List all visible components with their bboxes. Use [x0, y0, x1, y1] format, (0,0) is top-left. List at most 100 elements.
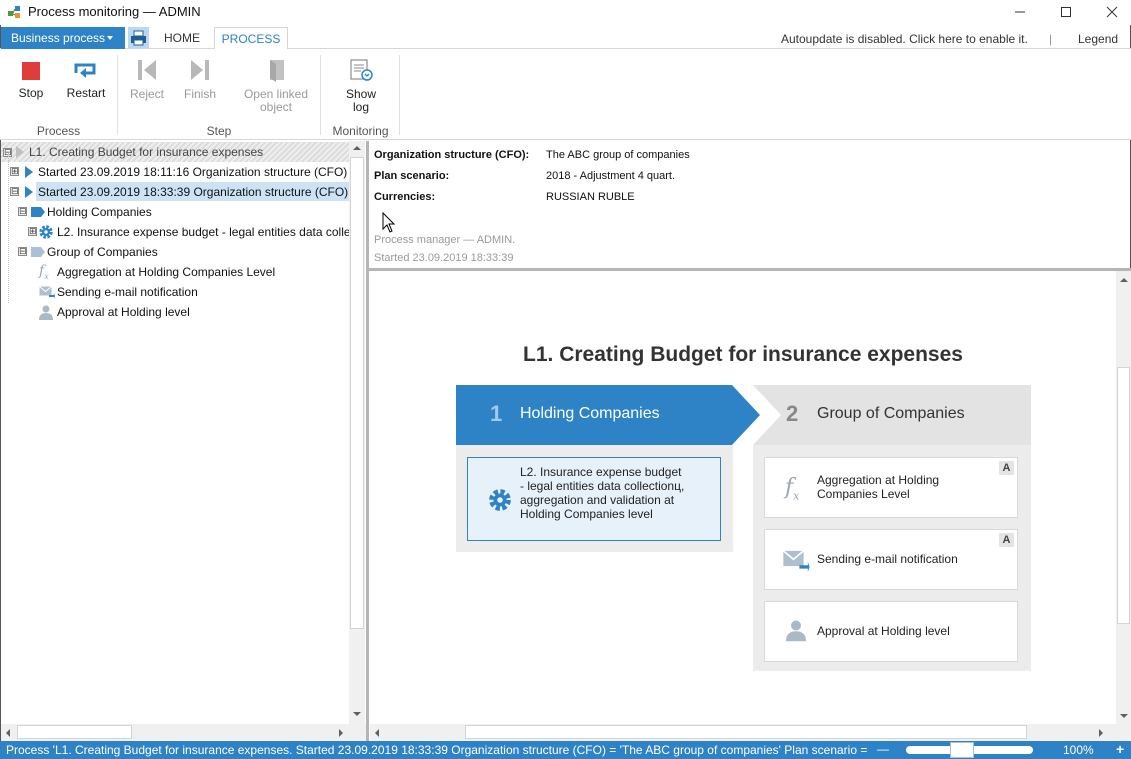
tree-root-row[interactable]: ⊟ L1. Creating Budget for insurance expe… [1, 142, 349, 162]
show-log-button[interactable]: Show log [336, 57, 386, 114]
process-play-icon [25, 166, 33, 178]
step-1-number: 1 [490, 401, 503, 426]
restart-label: Restart [66, 86, 106, 100]
zoom-in-button[interactable]: + [1116, 741, 1124, 757]
info-value: 2018 - Adjustment 4 quart. [546, 170, 676, 182]
task-card-aggregation[interactable]: fx Aggregation at Holding Companies Leve… [764, 457, 1018, 518]
show-log-icon [350, 59, 373, 81]
zoom-out-button[interactable]: — [877, 742, 889, 756]
restart-button[interactable]: Restart [62, 57, 110, 100]
tab-home[interactable]: HOME [152, 27, 212, 50]
business-process-label: Business process [11, 31, 106, 45]
print-button[interactable] [128, 27, 149, 49]
task-card-email[interactable]: Sending e-mail notification A [764, 529, 1018, 590]
expand-toggle[interactable]: ⊞ [10, 167, 19, 176]
tree-step-label: Group of Companies [47, 245, 158, 259]
open-linked-object-icon [270, 60, 284, 82]
show-log-label: Show log [345, 87, 377, 114]
collapse-toggle[interactable]: ⊟ [10, 187, 19, 196]
info-key: Currencies: [374, 191, 436, 203]
tree-vertical-scrollbar[interactable] [349, 141, 365, 724]
collapse-toggle[interactable]: ⊟ [18, 207, 27, 216]
gear-icon [489, 489, 511, 511]
scroll-down-icon [353, 712, 361, 716]
tree-task-label: Approval at Holding level [57, 305, 190, 319]
reject-label: Reject [129, 87, 164, 101]
zoom-level: 100% [1063, 743, 1094, 757]
tree-task-row[interactable]: Sending e-mail notification [1, 282, 349, 302]
ribbon-group-process-label: Process [36, 124, 81, 138]
tree-task-row[interactable]: fx Aggregation at Holding Companies Leve… [1, 262, 349, 282]
step-2-number: 2 [786, 401, 799, 426]
legend-link[interactable]: Legend [1078, 32, 1118, 46]
process-tree: ⊟ L1. Creating Budget for insurance expe… [1, 141, 349, 724]
tree-task-row[interactable]: Approval at Holding level [1, 302, 349, 322]
tree-hscroll-thumb[interactable] [17, 725, 132, 739]
tree-step-row[interactable]: ⊟ Holding Companies [1, 202, 349, 222]
diagram-hscroll-thumb[interactable] [465, 725, 1027, 739]
stop-button[interactable]: Stop [10, 57, 52, 100]
tree-root-label: L1. Creating Budget for insurance expens… [29, 145, 264, 159]
diagram-vscroll-thumb[interactable] [1117, 367, 1130, 624]
tree-instance-label: Started 23.09.2019 18:33:39 Organization… [36, 182, 349, 201]
minimize-icon [1015, 11, 1025, 13]
process-play-icon [25, 186, 33, 198]
ribbon-divider [320, 55, 321, 135]
zoom-slider-thumb[interactable] [950, 742, 974, 758]
tree-vscroll-thumb[interactable] [350, 157, 364, 629]
diagram-horizontal-scrollbar[interactable] [370, 724, 1131, 741]
scroll-up-icon [353, 146, 361, 150]
diagram-vertical-scrollbar[interactable] [1116, 271, 1131, 724]
scroll-right-icon [339, 729, 343, 737]
tree-horizontal-scrollbar[interactable] [1, 724, 349, 741]
step-1-header[interactable]: 1 Holding Companies [456, 385, 746, 445]
open-linked-object-label: Open linked object [243, 87, 309, 114]
tree-connector [8, 153, 9, 303]
user-icon [786, 620, 806, 642]
scroll-down-icon [1120, 714, 1128, 718]
status-bar: Process 'L1. Creating Budget for insuran… [0, 741, 1131, 759]
vertical-splitter[interactable] [366, 141, 369, 741]
ribbon: Stop Restart Process Reject Finish Open … [0, 49, 1131, 140]
scrollbar-corner [349, 724, 366, 741]
reject-button[interactable]: Reject [125, 57, 169, 101]
minimize-button[interactable] [997, 0, 1043, 24]
collapse-toggle[interactable]: ⊟ [18, 247, 27, 256]
process-play-icon [16, 146, 24, 158]
tabs-separator: | [1049, 32, 1053, 46]
tree-subprocess-row[interactable]: ⊞ L2. Insurance expense budget - legal e… [1, 222, 349, 242]
maximize-button[interactable] [1043, 0, 1089, 24]
function-icon: fx [785, 475, 800, 503]
tree-subprocess-label: L2. Insurance expense budget - legal ent… [57, 225, 349, 239]
tree-step-label: Holding Companies [47, 205, 152, 219]
task-card-label: Sending e-mail notification [817, 552, 958, 566]
task-card-approval[interactable]: Approval at Holding level [764, 601, 1018, 662]
reject-icon [138, 60, 156, 80]
ribbon-divider [399, 55, 400, 135]
task-badge: A [999, 461, 1014, 475]
open-linked-object-button[interactable]: Open linked object [238, 57, 314, 114]
autoupdate-link[interactable]: Autoupdate is disabled. Click here to en… [781, 32, 1028, 46]
tree-instance-row[interactable]: ⊞ Started 23.09.2019 18:11:16 Organizati… [1, 162, 349, 182]
ribbon-tabs-bar: Business process HOME PROCESS Autoupdate… [0, 25, 1131, 50]
process-started-text: Started 23.09.2019 18:33:39 [374, 252, 514, 264]
task-card-subprocess[interactable]: L2. Insurance expense budget - legal ent… [467, 457, 721, 541]
business-process-menu-button[interactable]: Business process [1, 27, 125, 49]
tree-instance-row-selected[interactable]: ⊟ Started 23.09.2019 18:33:39 Organizati… [1, 182, 349, 202]
stop-icon [22, 62, 40, 80]
tree-step-row[interactable]: ⊟ Group of Companies [1, 242, 349, 262]
expand-toggle[interactable]: ⊞ [28, 227, 37, 236]
task-card-label: L2. Insurance expense budget - legal ent… [520, 465, 685, 521]
step-2-header[interactable]: 2 Group of Companies [753, 385, 1031, 445]
tree-task-label: Aggregation at Holding Companies Level [57, 265, 276, 279]
info-value: RUSSIAN RUBLE [546, 191, 635, 203]
diagram-title: L1. Creating Budget for insurance expens… [523, 343, 963, 366]
tab-process[interactable]: PROCESS [214, 27, 288, 50]
ribbon-group-step-label: Step [206, 124, 232, 138]
scroll-right-icon [1099, 729, 1103, 737]
finish-button[interactable]: Finish [178, 57, 222, 101]
step-2-label: Group of Companies [817, 405, 965, 422]
close-button[interactable] [1089, 0, 1131, 24]
task-badge: A [999, 533, 1014, 547]
task-card-label: Approval at Holding level [817, 624, 950, 638]
